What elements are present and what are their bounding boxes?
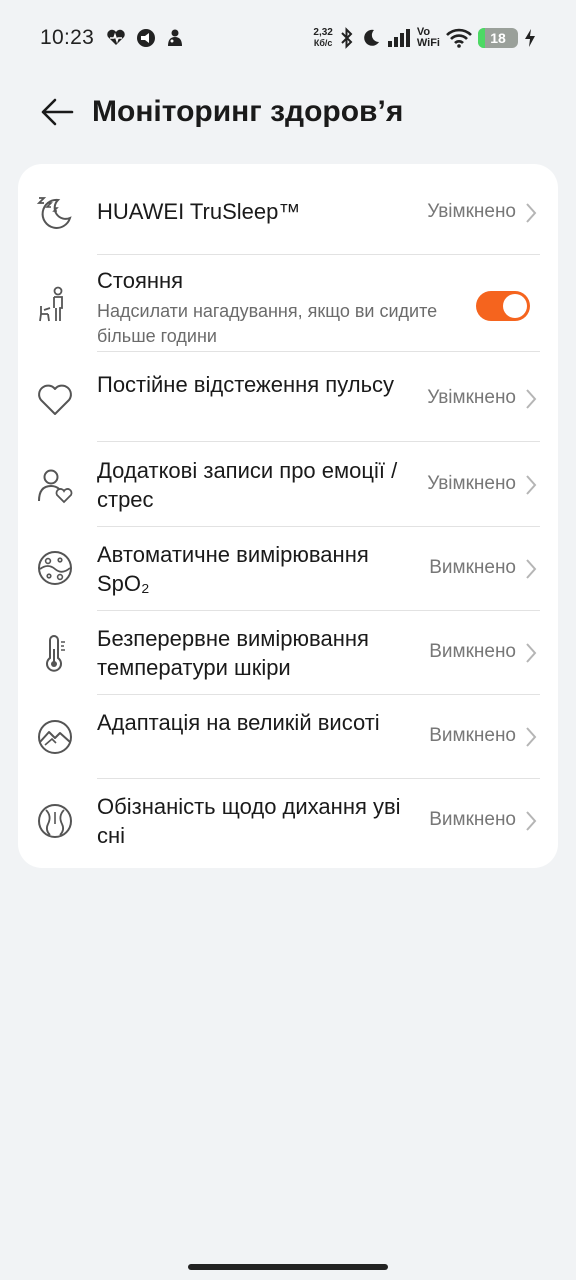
- standing-icon: [36, 286, 74, 324]
- list-item-heart-rate[interactable]: Постійне відстеження пульсу Увімкнено: [18, 352, 558, 440]
- skin-temperature-status: Вимкнено: [429, 641, 516, 662]
- emotions-title: Додаткові записи про емоції / стрес: [97, 458, 398, 512]
- back-button[interactable]: [22, 80, 92, 144]
- sleep-breathing-status: Вимкнено: [429, 809, 516, 830]
- network-speed-unit: Кб/с: [313, 38, 333, 48]
- health-app-icon: [107, 29, 125, 45]
- breathing-icon: [36, 802, 74, 840]
- vowifi-indicator: Vo WiFi: [417, 27, 440, 49]
- list-item-sleep-breathing[interactable]: Обізнаність щодо дихання уві сні Вимкнен…: [18, 778, 558, 868]
- bluetooth-icon: [341, 27, 353, 49]
- network-speed-value: 2,32: [313, 27, 333, 38]
- emotion-icon: [36, 467, 74, 505]
- sleep-breathing-title: Обізнаність щодо дихання уві сні: [97, 794, 401, 848]
- arrow-left-icon: [41, 98, 74, 126]
- battery-level: 18: [490, 30, 506, 46]
- status-bar: 10:23 2,32 Кб/с Vo WiFi 18: [0, 0, 576, 76]
- gesture-navigation-handle[interactable]: [188, 1264, 388, 1270]
- moon-icon: [364, 29, 379, 46]
- spo2-icon: [36, 549, 74, 587]
- high-altitude-status: Вимкнено: [429, 725, 516, 746]
- standing-title: Стояння: [97, 268, 184, 293]
- trusleep-title: HUAWEI TruSleep™: [97, 199, 301, 224]
- heart-rate-status: Увімкнено: [427, 387, 516, 408]
- spo2-title: Автоматичне вимірювання SpO₂: [97, 542, 369, 596]
- thermometer-icon: [36, 635, 74, 673]
- megaphone-icon: [137, 29, 156, 47]
- chevron-right-icon: [526, 475, 537, 495]
- page-title: Моніторинг здоров’я: [92, 95, 404, 128]
- chevron-right-icon: [526, 389, 537, 409]
- skin-temperature-title: Безперервне вимірювання температури шкір…: [97, 626, 369, 680]
- chevron-right-icon: [526, 811, 537, 831]
- trusleep-status: Увімкнено: [427, 201, 516, 222]
- list-item-spo2[interactable]: Автоматичне вимірювання SpO₂ Вимкнено: [18, 526, 558, 610]
- vowifi-bottom: WiFi: [416, 37, 440, 49]
- heart-rate-title: Постійне відстеження пульсу: [97, 372, 395, 397]
- notification-icons: [106, 28, 184, 48]
- battery-indicator: 18: [478, 28, 518, 48]
- signal-icon: [387, 29, 410, 47]
- wifi-icon: [446, 28, 472, 48]
- settings-card: HUAWEI TruSleep™ Увімкнено Стояння Надси…: [18, 164, 558, 868]
- charging-icon: [525, 29, 535, 47]
- standing-toggle[interactable]: [476, 291, 530, 321]
- high-altitude-title: Адаптація на великій висоті: [97, 710, 380, 735]
- list-item-trusleep[interactable]: HUAWEI TruSleep™ Увімкнено: [18, 164, 558, 254]
- list-item-standing[interactable]: Стояння Надсилати нагадування, якщо ви с…: [18, 254, 558, 352]
- character-icon: [168, 29, 183, 46]
- battery-fill: [478, 28, 486, 48]
- spo2-status: Вимкнено: [429, 557, 516, 578]
- list-item-skin-temperature[interactable]: Безперервне вимірювання температури шкір…: [18, 610, 558, 694]
- app-header: Моніторинг здоров’я: [0, 80, 576, 144]
- list-item-high-altitude[interactable]: Адаптація на великій висоті Вимкнено: [18, 694, 558, 778]
- mountain-icon: [36, 718, 74, 756]
- heart-icon: [36, 381, 74, 419]
- system-status-icons: 2,32 Кб/с Vo WiFi 18: [313, 27, 536, 49]
- chevron-right-icon: [526, 559, 537, 579]
- toggle-knob: [503, 294, 527, 318]
- sleep-icon: [36, 194, 74, 232]
- network-speed: 2,32 Кб/с: [313, 27, 332, 49]
- chevron-right-icon: [526, 643, 537, 663]
- chevron-right-icon: [526, 727, 537, 747]
- list-item-emotions-stress[interactable]: Додаткові записи про емоції / стрес Увім…: [18, 442, 558, 526]
- status-time: 10:23: [40, 26, 95, 49]
- chevron-right-icon: [526, 203, 537, 223]
- emotions-status: Увімкнено: [427, 473, 516, 494]
- standing-subtitle: Надсилати нагадування, якщо ви сидите бі…: [97, 301, 438, 346]
